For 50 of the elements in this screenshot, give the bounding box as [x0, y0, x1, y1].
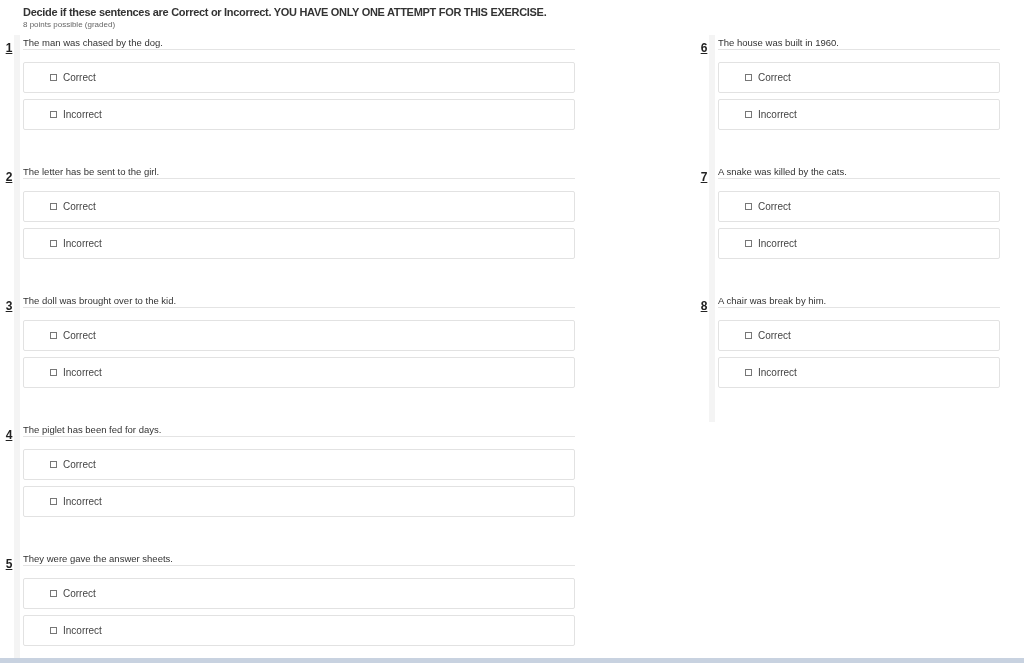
question-sentence: The man was chased by the dog.: [23, 37, 163, 48]
answer-option[interactable]: Incorrect: [23, 486, 575, 517]
question-sentence: The letter has be sent to the girl.: [23, 166, 160, 177]
checkbox[interactable]: [50, 369, 57, 376]
question-sentence: The house was built in 1960.: [718, 37, 839, 48]
question-number: 4: [5, 428, 13, 442]
checkbox[interactable]: [50, 590, 57, 597]
checkbox[interactable]: [745, 369, 752, 376]
answer-option[interactable]: Incorrect: [23, 99, 575, 130]
answer-option[interactable]: Correct: [718, 320, 1000, 351]
question-number: 7: [700, 170, 708, 184]
answer-option[interactable]: Correct: [23, 62, 575, 93]
answer-option[interactable]: Incorrect: [23, 228, 575, 259]
answer-option[interactable]: Incorrect: [23, 357, 575, 388]
question-number: 5: [5, 557, 13, 571]
answer-option[interactable]: Incorrect: [23, 615, 575, 646]
checkbox[interactable]: [745, 203, 752, 210]
checkbox[interactable]: [745, 240, 752, 247]
answer-option[interactable]: Incorrect: [718, 99, 1000, 130]
answer-option[interactable]: Incorrect: [718, 357, 1000, 388]
checkbox[interactable]: [745, 111, 752, 118]
answer-option[interactable]: Correct: [718, 191, 1000, 222]
question-sentence: The piglet has been fed for days.: [23, 424, 162, 435]
answer-option[interactable]: Correct: [23, 449, 575, 480]
question-sentence: A snake was killed by the cats.: [718, 166, 847, 177]
checkbox[interactable]: [50, 74, 57, 81]
checkbox[interactable]: [50, 203, 57, 210]
exercise-title: Decide if these sentences are Correct or Incorrect. YOU HAVE ONLY ONE ATTEMPT FOR THIS EXERCISE.: [23, 5, 548, 19]
checkbox[interactable]: [50, 498, 57, 505]
checkbox[interactable]: [50, 240, 57, 247]
question-number: 3: [5, 299, 13, 313]
checkbox[interactable]: [50, 461, 57, 468]
answer-option[interactable]: Correct: [23, 578, 575, 609]
checkbox[interactable]: [50, 627, 57, 634]
question-number: 2: [5, 170, 13, 184]
points-info: 8 points possible (graded): [23, 19, 117, 30]
question-sentence: They were gave the answer sheets.: [23, 553, 173, 564]
answer-option[interactable]: Correct: [23, 320, 575, 351]
checkbox[interactable]: [50, 332, 57, 339]
checkbox[interactable]: [745, 332, 752, 339]
answer-option[interactable]: Correct: [23, 191, 575, 222]
question-sentence: The doll was brought over to the kid.: [23, 295, 177, 306]
question-number: 1: [5, 41, 13, 55]
question-sentence: A chair was break by him.: [718, 295, 827, 306]
checkbox[interactable]: [50, 111, 57, 118]
checkbox[interactable]: [745, 74, 752, 81]
question-number: 6: [700, 41, 708, 55]
answer-option[interactable]: Incorrect: [718, 228, 1000, 259]
answer-option[interactable]: Correct: [718, 62, 1000, 93]
question-number: 8: [700, 299, 708, 313]
